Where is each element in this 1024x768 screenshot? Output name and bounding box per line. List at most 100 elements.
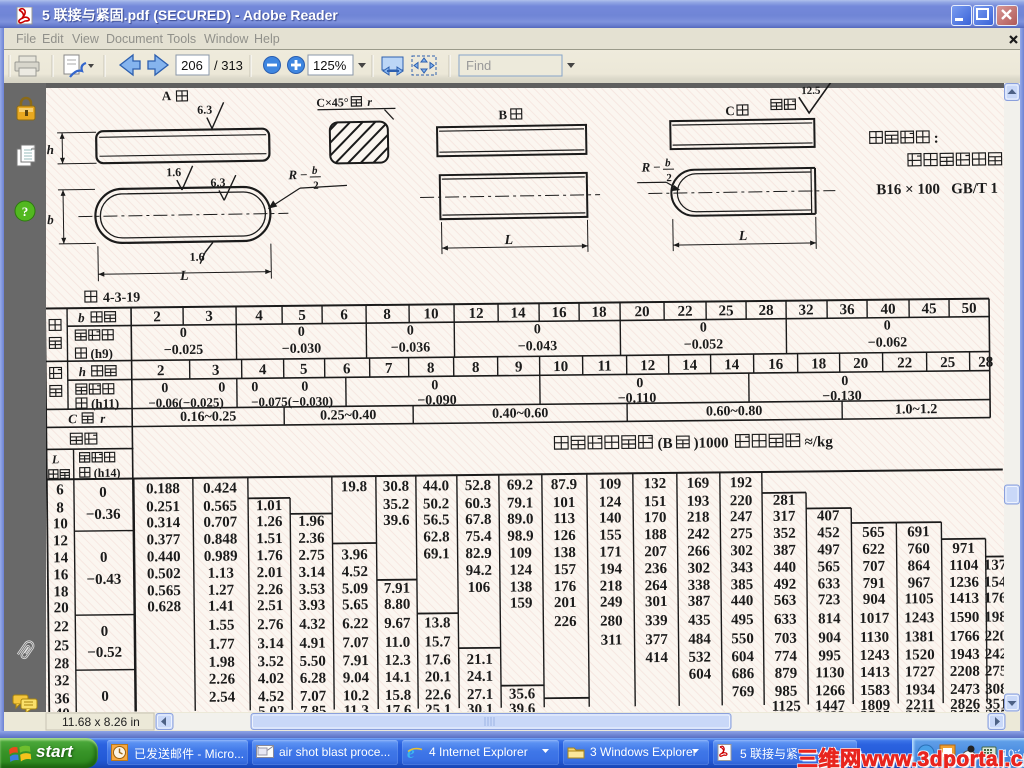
svg-text:414: 414 — [645, 650, 668, 666]
svg-text:1.96: 1.96 — [298, 514, 325, 530]
svg-text:h: h — [79, 364, 86, 379]
svg-text:3: 3 — [212, 363, 220, 379]
svg-text:52.8: 52.8 — [465, 478, 491, 494]
svg-text:1.6: 1.6 — [166, 165, 181, 179]
svg-text:−0.06(−0.025): −0.06(−0.025) — [148, 395, 224, 411]
svg-text:−0.030: −0.030 — [282, 342, 322, 357]
svg-text:10: 10 — [53, 516, 68, 532]
svg-text:L: L — [51, 452, 59, 466]
svg-text:492: 492 — [774, 577, 797, 593]
svg-text:−: − — [300, 167, 308, 182]
svg-text:56.5: 56.5 — [423, 512, 449, 528]
svg-text:193: 193 — [687, 494, 710, 510]
svg-text:18: 18 — [53, 584, 68, 600]
svg-text:50: 50 — [962, 301, 977, 317]
svg-text:6.3: 6.3 — [197, 102, 212, 116]
svg-text:0.707: 0.707 — [203, 514, 237, 530]
svg-text:36: 36 — [55, 691, 71, 707]
svg-text:9: 9 — [515, 359, 523, 375]
svg-text:62.8: 62.8 — [423, 529, 449, 545]
svg-text:452: 452 — [817, 525, 840, 541]
svg-text:0: 0 — [99, 485, 107, 501]
svg-text:1371: 1371 — [984, 557, 1004, 573]
svg-text:b: b — [312, 165, 318, 177]
svg-text:1130: 1130 — [815, 665, 844, 681]
svg-text:760: 760 — [907, 541, 930, 557]
svg-text:266: 266 — [687, 544, 710, 560]
svg-text:2.51: 2.51 — [257, 598, 283, 614]
svg-text:28: 28 — [978, 355, 993, 371]
svg-text:0.502: 0.502 — [147, 566, 181, 582]
svg-text:435: 435 — [688, 613, 711, 629]
svg-text:0: 0 — [534, 322, 541, 337]
svg-text:C×45°: C×45° — [316, 95, 349, 110]
svg-text:201: 201 — [554, 595, 577, 611]
svg-text:188: 188 — [644, 527, 667, 543]
svg-text:b: b — [47, 212, 54, 227]
svg-text:484: 484 — [688, 632, 711, 648]
svg-text:R: R — [640, 159, 650, 174]
svg-text:22: 22 — [54, 619, 69, 635]
svg-text:−0.130: −0.130 — [822, 389, 862, 404]
svg-text:−0.43: −0.43 — [86, 572, 121, 588]
svg-text:440: 440 — [731, 593, 754, 609]
svg-text:27.1: 27.1 — [467, 687, 493, 703]
svg-text:774: 774 — [774, 649, 797, 665]
svg-text:5: 5 — [298, 308, 306, 324]
svg-text:15.7: 15.7 — [424, 634, 451, 650]
svg-text::: : — [934, 131, 939, 147]
svg-text:192: 192 — [730, 475, 753, 491]
svg-text:0: 0 — [841, 374, 848, 389]
svg-text:194: 194 — [599, 561, 622, 577]
svg-text:343: 343 — [730, 560, 753, 576]
svg-text:5.09: 5.09 — [342, 581, 368, 597]
svg-text:3.93: 3.93 — [299, 598, 325, 614]
svg-text:≈/kg: ≈/kg — [804, 434, 833, 450]
svg-text:686: 686 — [732, 666, 755, 682]
svg-text:723: 723 — [818, 592, 841, 608]
svg-text:7.07: 7.07 — [300, 689, 327, 705]
svg-text:4.32: 4.32 — [299, 617, 325, 633]
svg-text:622: 622 — [862, 542, 885, 558]
svg-text:2753: 2753 — [985, 663, 1004, 679]
svg-text:1.6: 1.6 — [189, 250, 204, 264]
svg-text:311: 311 — [601, 632, 623, 648]
svg-text:−0.036: −0.036 — [391, 340, 431, 355]
svg-text:226: 226 — [554, 614, 577, 630]
svg-text:1447: 1447 — [815, 698, 846, 712]
svg-text:8: 8 — [472, 360, 480, 376]
svg-text:218: 218 — [687, 510, 710, 526]
svg-text:385: 385 — [731, 577, 754, 593]
svg-text:18: 18 — [811, 356, 826, 372]
svg-text:106: 106 — [468, 580, 491, 596]
svg-text:9.04: 9.04 — [343, 670, 370, 686]
svg-text:8.80: 8.80 — [384, 597, 410, 613]
svg-text:(B: (B — [657, 436, 672, 452]
svg-text:R: R — [287, 167, 297, 182]
svg-text:36: 36 — [840, 302, 856, 318]
svg-text:11.3: 11.3 — [343, 703, 369, 712]
svg-text:1520: 1520 — [905, 647, 935, 663]
svg-text:7: 7 — [385, 361, 393, 377]
svg-text:16: 16 — [768, 357, 784, 373]
svg-text:1413: 1413 — [860, 665, 890, 681]
svg-text:28: 28 — [759, 303, 774, 319]
svg-text:0: 0 — [180, 326, 187, 341]
svg-text:(h11): (h11) — [91, 396, 119, 411]
svg-text:0.440: 0.440 — [147, 549, 181, 565]
svg-text:1981: 1981 — [984, 609, 1004, 625]
svg-text:4.52: 4.52 — [258, 689, 284, 705]
svg-text:5.65: 5.65 — [342, 597, 368, 613]
svg-text:7.07: 7.07 — [342, 635, 369, 651]
svg-text:1.98: 1.98 — [209, 654, 235, 670]
svg-text:0.188: 0.188 — [146, 481, 180, 497]
svg-text:−0.043: −0.043 — [518, 339, 558, 354]
svg-text:0.848: 0.848 — [204, 531, 238, 547]
svg-text:814: 814 — [818, 611, 841, 627]
svg-text:0.628: 0.628 — [147, 599, 181, 615]
svg-text:2425: 2425 — [985, 646, 1004, 662]
svg-text:4.02: 4.02 — [258, 671, 284, 687]
svg-text:879: 879 — [775, 666, 798, 682]
svg-text:−0.062: −0.062 — [868, 335, 908, 350]
svg-text:1.55: 1.55 — [208, 617, 234, 633]
